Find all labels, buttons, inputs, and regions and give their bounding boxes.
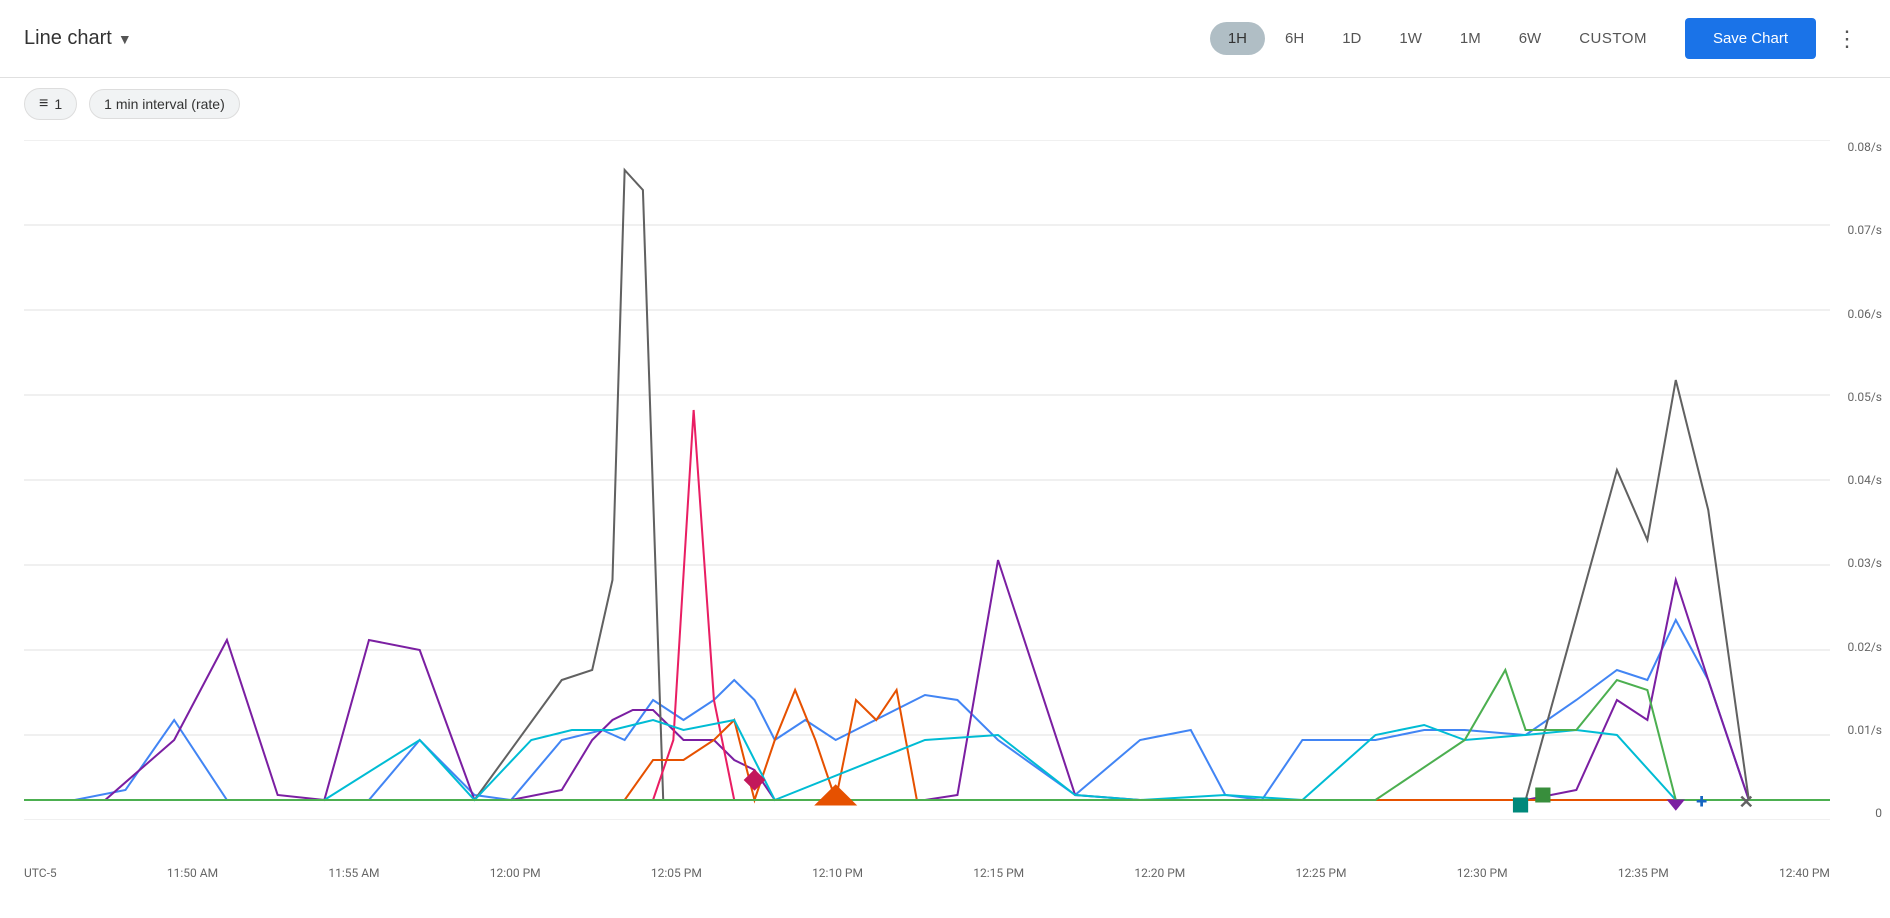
time-btn-6w[interactable]: 6W — [1501, 22, 1560, 55]
x-label-utc: UTC-5 — [24, 866, 57, 880]
more-icon: ⋮ — [1836, 26, 1858, 51]
x-label-1235: 12:35 PM — [1618, 866, 1669, 880]
filter-count: 1 — [54, 96, 62, 112]
interval-button[interactable]: 1 min interval (rate) — [89, 89, 240, 119]
square-marker-teal — [1513, 798, 1527, 812]
save-chart-button[interactable]: Save Chart — [1685, 18, 1816, 59]
x-label-1230: 12:30 PM — [1457, 866, 1508, 880]
blue-line — [24, 620, 1830, 800]
y-label-0: 0 — [1847, 806, 1882, 820]
x-label-1220: 12:20 PM — [1134, 866, 1185, 880]
plus-marker: + — [1696, 789, 1707, 813]
y-label-005: 0.05/s — [1847, 390, 1882, 404]
time-btn-1m[interactable]: 1M — [1442, 22, 1499, 55]
dropdown-arrow-icon: ▼ — [118, 31, 132, 47]
time-btn-1h[interactable]: 1H — [1210, 22, 1265, 55]
time-btn-1d[interactable]: 1D — [1324, 22, 1379, 55]
chart-type-label: Line chart — [24, 27, 112, 50]
y-label-003: 0.03/s — [1847, 556, 1882, 570]
y-label-001: 0.01/s — [1847, 723, 1882, 737]
x-label-1215: 12:15 PM — [973, 866, 1024, 880]
time-btn-6h[interactable]: 6H — [1267, 22, 1322, 55]
chart-area: 0.08/s 0.07/s 0.06/s 0.05/s 0.04/s 0.03/… — [0, 130, 1890, 900]
y-label-006: 0.06/s — [1847, 307, 1882, 321]
more-options-button[interactable]: ⋮ — [1828, 22, 1866, 56]
y-axis-labels: 0.08/s 0.07/s 0.06/s 0.05/s 0.04/s 0.03/… — [1847, 140, 1882, 820]
triangle-marker — [815, 785, 856, 805]
x-marker: ✕ — [1739, 792, 1754, 813]
orange-line — [24, 690, 1830, 800]
header: Line chart ▼ 1H 6H 1D 1W 1M 6W CUSTOM Sa… — [0, 0, 1890, 78]
y-label-004: 0.04/s — [1847, 473, 1882, 487]
triangle-up-marker — [1668, 800, 1684, 810]
gray-line — [24, 170, 1830, 800]
x-axis-labels: UTC-5 11:50 AM 11:55 AM 12:00 PM 12:05 P… — [24, 866, 1830, 880]
filter-icon: ≡ — [39, 95, 48, 113]
x-label-1225: 12:25 PM — [1296, 866, 1347, 880]
time-range-group: 1H 6H 1D 1W 1M 6W CUSTOM — [1210, 22, 1665, 55]
y-label-002: 0.02/s — [1847, 640, 1882, 654]
x-label-1205: 12:05 PM — [651, 866, 702, 880]
filter-button[interactable]: ≡ 1 — [24, 88, 77, 120]
square-marker-green — [1536, 788, 1550, 802]
y-label-007: 0.07/s — [1847, 223, 1882, 237]
time-btn-1w[interactable]: 1W — [1381, 22, 1440, 55]
x-label-1200: 12:00 PM — [490, 866, 541, 880]
chart-type-button[interactable]: Line chart ▼ — [24, 27, 132, 50]
lightblue-line — [24, 720, 1830, 800]
time-btn-custom[interactable]: CUSTOM — [1561, 22, 1665, 55]
x-label-1240: 12:40 PM — [1779, 866, 1830, 880]
pink-line — [24, 410, 1830, 800]
x-label-1155: 11:55 AM — [328, 866, 379, 880]
y-label-008: 0.08/s — [1847, 140, 1882, 154]
chart-svg: + ✕ — [24, 140, 1830, 820]
x-label-1210: 12:10 PM — [812, 866, 863, 880]
toolbar: ≡ 1 1 min interval (rate) — [0, 78, 1890, 130]
x-label-1150: 11:50 AM — [167, 866, 218, 880]
